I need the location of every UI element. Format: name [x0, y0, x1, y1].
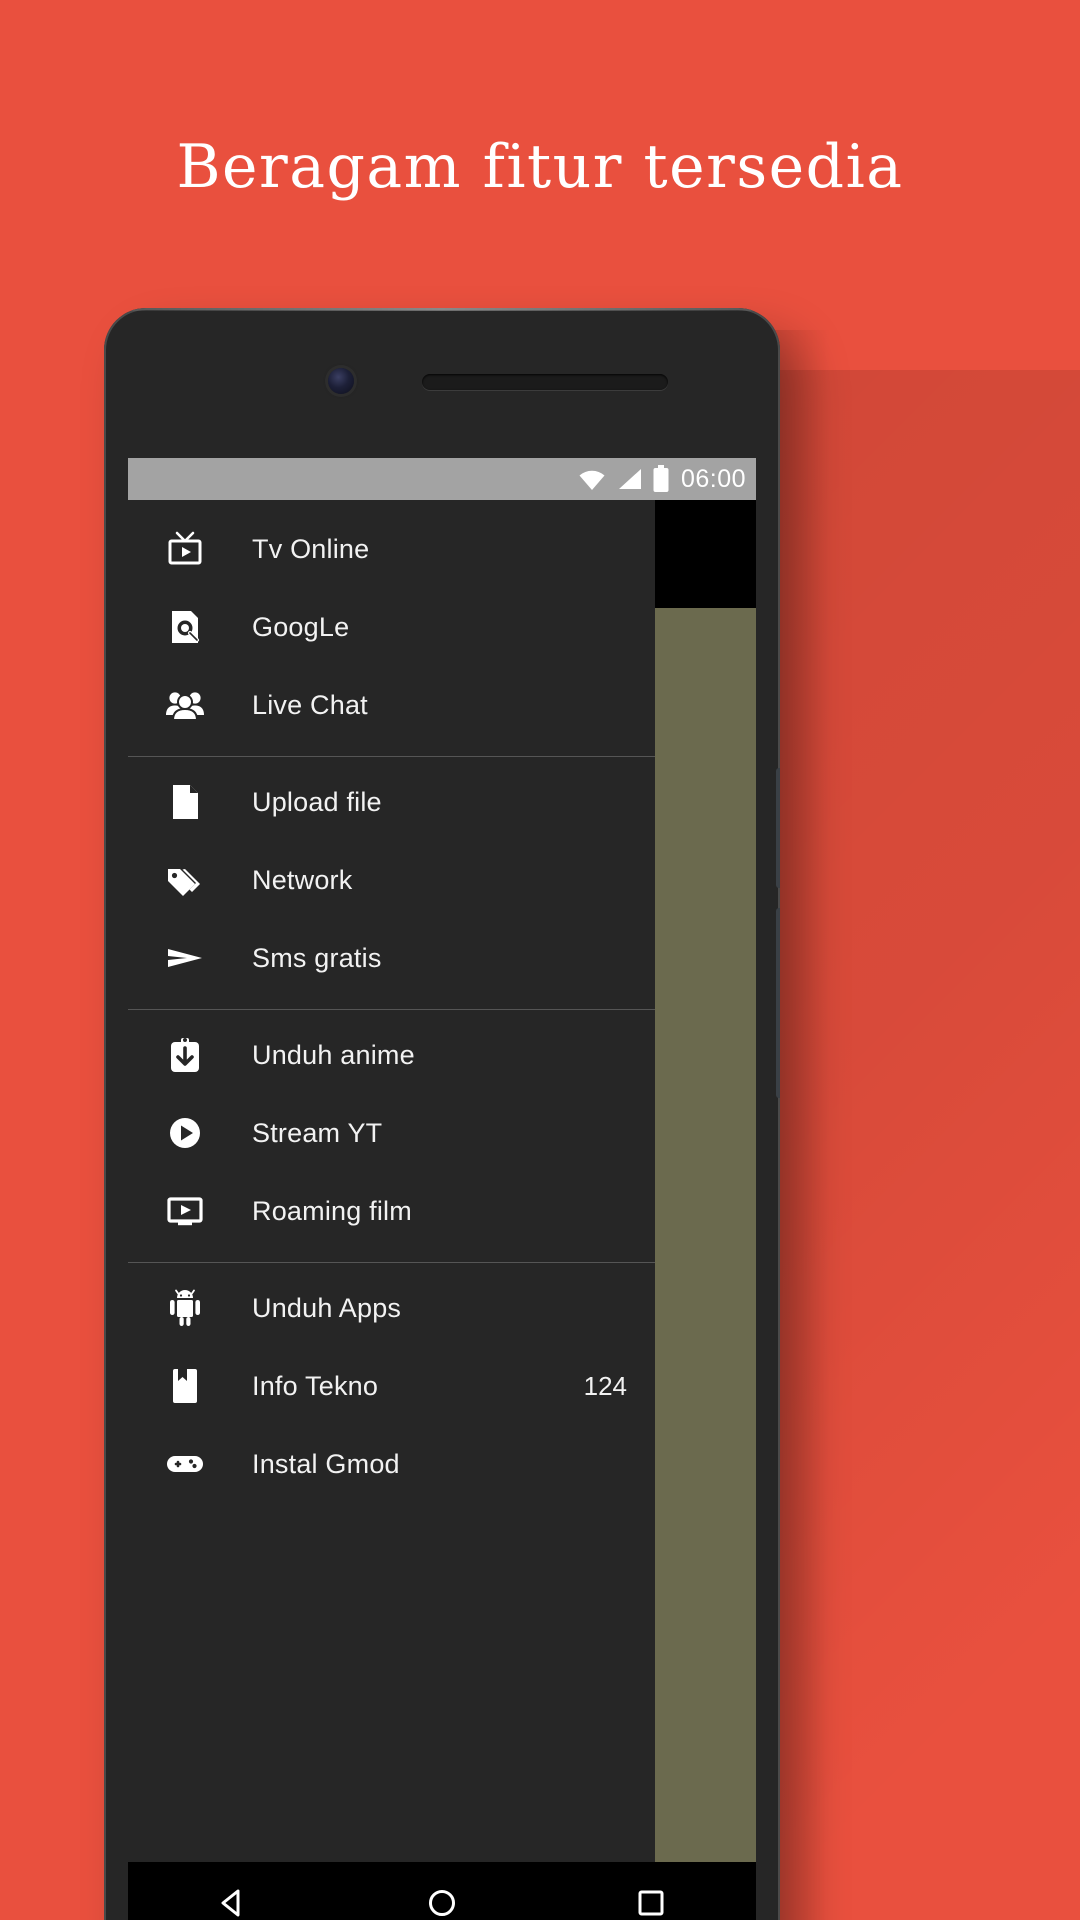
menu-item-label: Unduh anime — [252, 1039, 415, 1070]
monitor-play-icon — [162, 1188, 208, 1234]
send-arrow-icon — [162, 935, 208, 981]
gamepad-icon — [162, 1441, 208, 1487]
status-bar: 06:00 — [128, 458, 756, 500]
menu-item-label: Upload file — [252, 786, 382, 817]
menu-item-sms-gratis[interactable]: Sms gratis — [128, 919, 655, 997]
tags-icon — [162, 857, 208, 903]
recents-button[interactable] — [606, 1862, 696, 1920]
triangle-back-icon — [216, 1886, 250, 1920]
menu-item-label: Info Tekno — [252, 1370, 379, 1401]
power-button[interactable] — [776, 908, 780, 1098]
status-bar-clock: 06:00 — [680, 464, 746, 493]
bezel-highlight — [104, 308, 780, 311]
menu-group-2: Upload file Network Sms gratis — [128, 757, 655, 1003]
menu-group-3: Unduh anime Stream YT Roaming film — [128, 1010, 655, 1256]
menu-item-upload-file[interactable]: Upload file — [128, 763, 655, 841]
menu-item-label: Sms gratis — [252, 942, 382, 973]
phone-screen: 06:00 Tv Online GoogLe Live Chat Upload … — [128, 458, 756, 1920]
volume-button[interactable] — [776, 768, 780, 888]
menu-item-live-chat[interactable]: Live Chat — [128, 666, 655, 744]
menu-item-tv-online[interactable]: Tv Online — [128, 510, 655, 588]
menu-item-label: Live Chat — [252, 689, 368, 720]
back-button[interactable] — [188, 1862, 278, 1920]
screenshot-stage: Beragam fitur tersedia 06:00 Tv Online G… — [0, 0, 1080, 1920]
menu-item-label: Network — [252, 864, 353, 895]
menu-item-instal-gmod[interactable]: Instal Gmod — [128, 1425, 655, 1503]
menu-item-roaming-film[interactable]: Roaming film — [128, 1172, 655, 1250]
menu-item-label: Instal Gmod — [252, 1448, 400, 1479]
menu-item-label: GoogLe — [252, 611, 350, 642]
android-navigation-bar — [128, 1862, 756, 1920]
cellular-signal-icon — [616, 467, 643, 491]
android-robot-icon — [162, 1285, 208, 1331]
wifi-icon — [577, 467, 607, 491]
menu-item-badge: 124 — [583, 1370, 627, 1401]
navigation-drawer: Tv Online GoogLe Live Chat Upload file N… — [128, 500, 655, 1920]
menu-item-label: Roaming film — [252, 1195, 412, 1226]
menu-item-label: Tv Online — [252, 533, 370, 564]
tv-play-icon — [162, 526, 208, 572]
battery-icon — [652, 465, 670, 493]
menu-group-1: Tv Online GoogLe Live Chat — [128, 504, 655, 750]
home-button[interactable] — [397, 1862, 487, 1920]
menu-group-4: Unduh Apps Info Tekno 124 Instal Gmod — [128, 1263, 655, 1509]
file-document-icon — [162, 779, 208, 825]
front-camera-icon — [328, 368, 354, 394]
menu-item-info-tekno[interactable]: Info Tekno 124 — [128, 1347, 655, 1425]
square-recents-icon — [634, 1886, 668, 1920]
page-title: Beragam fitur tersedia — [176, 132, 904, 202]
earpiece-speaker — [422, 374, 668, 390]
play-circle-icon — [162, 1110, 208, 1156]
menu-item-label: Stream YT — [252, 1117, 383, 1148]
document-search-icon — [162, 604, 208, 650]
phone-device-frame: 06:00 Tv Online GoogLe Live Chat Upload … — [104, 308, 780, 1920]
download-clipboard-icon — [162, 1032, 208, 1078]
menu-item-unduh-anime[interactable]: Unduh anime — [128, 1016, 655, 1094]
people-group-icon — [162, 682, 208, 728]
menu-item-google[interactable]: GoogLe — [128, 588, 655, 666]
drawer-menu-list: Tv Online GoogLe Live Chat Upload file N… — [128, 500, 655, 1509]
menu-item-unduh-apps[interactable]: Unduh Apps — [128, 1269, 655, 1347]
menu-item-network[interactable]: Network — [128, 841, 655, 919]
circle-home-icon — [425, 1886, 459, 1920]
menu-item-stream-yt[interactable]: Stream YT — [128, 1094, 655, 1172]
menu-item-label: Unduh Apps — [252, 1292, 402, 1323]
bookmark-icon — [162, 1363, 208, 1409]
